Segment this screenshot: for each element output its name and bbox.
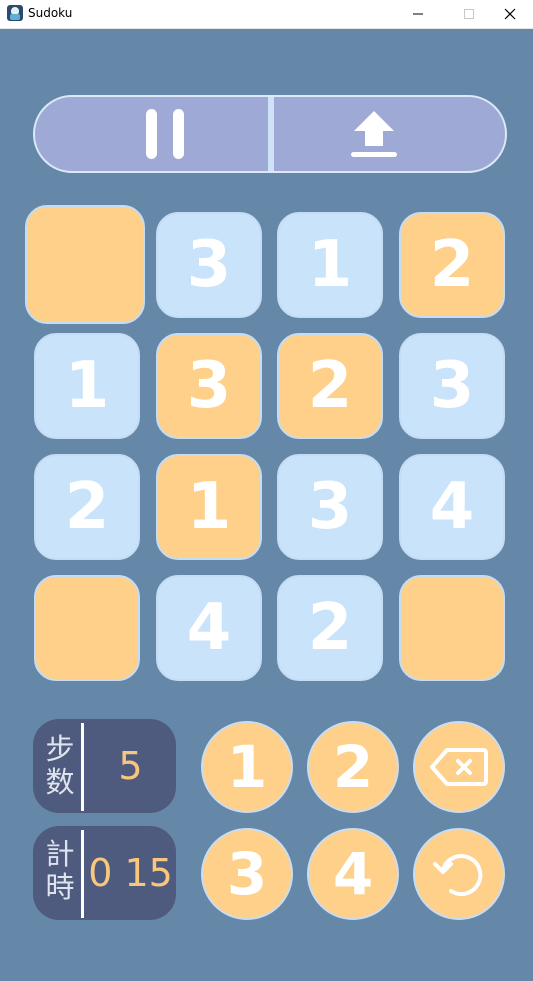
number-key-1[interactable]: 1 [201,721,293,813]
minimize-button[interactable] [395,0,441,28]
close-icon [504,8,516,20]
timer-divider [81,830,84,918]
steps-divider [81,723,84,811]
maximize-icon [464,9,474,19]
grid-cell[interactable] [34,575,140,681]
window-title: Sudoku [28,6,73,20]
grid-cell[interactable]: 4 [156,575,262,681]
grid-cell[interactable]: 3 [399,333,505,439]
timer: 計 時 0 15 [33,826,176,920]
app-icon [7,5,23,21]
backspace-icon [430,748,488,786]
grid-cell[interactable] [399,575,505,681]
pause-button[interactable] [35,97,268,171]
timer-value: 0 15 [88,851,173,895]
steps-label: 步 数 [43,733,77,799]
grid-cell[interactable]: 3 [277,454,383,560]
grid-cell[interactable]: 1 [34,333,140,439]
grid-cell[interactable]: 2 [277,575,383,681]
undo-icon [433,854,483,897]
grid-cell[interactable]: 2 [34,454,140,560]
title-bar: Sudoku [0,0,533,29]
grid-cell[interactable] [25,205,145,324]
control-bar [33,95,507,173]
number-key-3[interactable]: 3 [201,828,293,920]
grid-cell[interactable]: 1 [277,212,383,318]
minimize-icon [413,13,423,15]
grid-cell[interactable]: 2 [277,333,383,439]
steps-counter: 步 数 5 [33,719,176,813]
number-key-4[interactable]: 4 [307,828,399,920]
number-key-2[interactable]: 2 [307,721,399,813]
upload-icon [351,111,397,157]
maximize-button[interactable] [446,0,492,28]
grid-cell[interactable]: 3 [156,333,262,439]
timer-label-char: 計 [45,837,75,871]
grid-cell[interactable]: 4 [399,454,505,560]
steps-label-char: 数 [45,765,75,799]
timer-label: 計 時 [43,838,77,904]
close-button[interactable] [487,0,533,28]
undo-button[interactable] [413,828,505,920]
steps-label-char: 步 [45,732,75,766]
grid-cell[interactable]: 3 [156,212,262,318]
grid-cell[interactable]: 1 [156,454,262,560]
pause-icon [146,109,184,159]
upload-button[interactable] [274,97,505,171]
backspace-button[interactable] [413,721,505,813]
steps-value: 5 [118,744,143,788]
timer-label-char: 時 [45,870,75,904]
grid-cell[interactable]: 2 [399,212,505,318]
